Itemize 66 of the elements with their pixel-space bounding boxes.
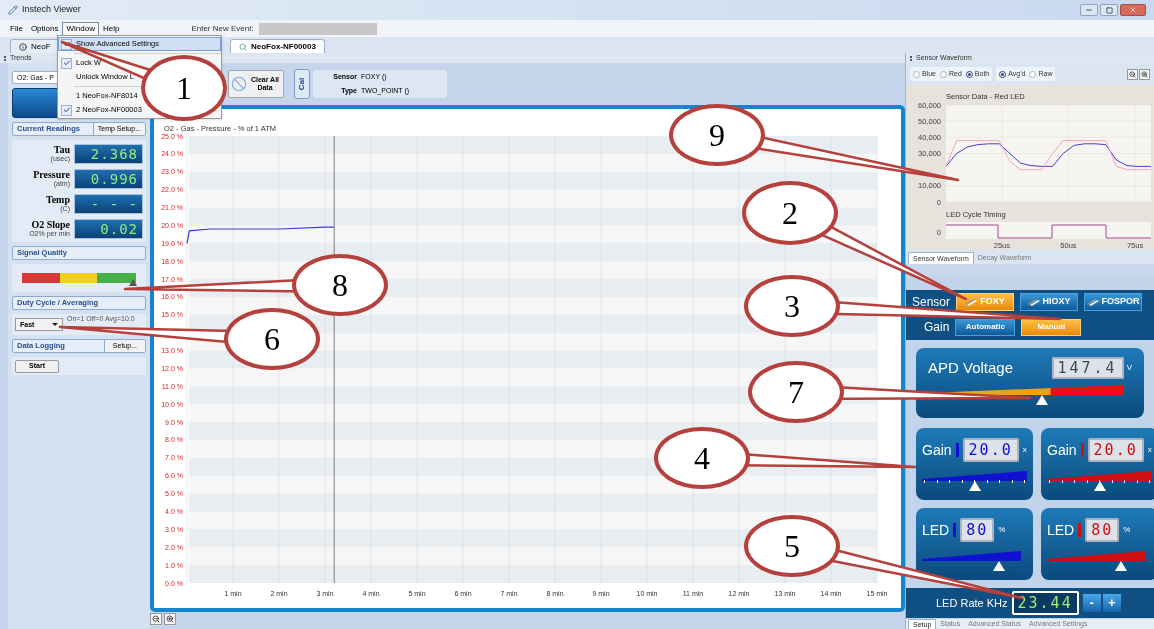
card-title: LED xyxy=(1047,520,1075,540)
sensor-label: Sensor xyxy=(912,294,951,311)
reading-display: 2.368 xyxy=(74,143,143,164)
zoom-in-button[interactable] xyxy=(164,613,176,625)
menu-item[interactable]: File xyxy=(6,21,27,36)
close-button[interactable] xyxy=(1120,4,1146,16)
gain-slider[interactable] xyxy=(922,470,1027,492)
menu-item[interactable]: Help xyxy=(98,21,124,36)
pen-icon xyxy=(8,5,18,15)
unit-label: x xyxy=(1147,444,1152,456)
event-label: Enter New Event: xyxy=(191,22,254,35)
card-title: Gain xyxy=(922,440,952,460)
sensor-button[interactable]: HIOXY xyxy=(1020,293,1079,311)
check-icon xyxy=(62,106,71,114)
slider-thumb[interactable] xyxy=(1115,561,1128,571)
reading-label: Tau xyxy=(53,144,70,155)
reading-label: Temp xyxy=(45,194,70,205)
slider-thumb[interactable] xyxy=(1093,481,1106,491)
check-icon xyxy=(62,59,71,67)
gain-label: Gain xyxy=(924,319,950,336)
value-display: 80 xyxy=(960,518,995,542)
step-button[interactable]: - xyxy=(1082,594,1101,612)
zoom-out-button[interactable] xyxy=(150,613,162,625)
menu-item[interactable]: Window xyxy=(62,21,99,36)
slider-thumb[interactable] xyxy=(968,481,981,491)
led-rate-label: LED Rate KHz xyxy=(936,595,1008,611)
event-field[interactable] xyxy=(258,22,377,35)
step-button[interactable]: + xyxy=(1102,594,1121,612)
zoom-out-button[interactable] xyxy=(1127,68,1138,80)
zoom-in-button[interactable] xyxy=(1139,68,1150,80)
value-display: 80 xyxy=(1085,518,1120,542)
probe-icon xyxy=(1086,298,1099,306)
card-title: Gain xyxy=(1047,440,1077,460)
voltage-display: 147.4 xyxy=(1051,357,1124,379)
gain-slider[interactable] xyxy=(1047,470,1152,492)
menu-item[interactable]: Options xyxy=(26,21,63,36)
window-title: Instech Viewer xyxy=(22,3,81,17)
reading-label: O2 Slope xyxy=(31,219,70,230)
maximize-icon xyxy=(1105,6,1113,14)
reading-display: - - - xyxy=(74,193,143,214)
card-title: APD Voltage xyxy=(928,357,1014,378)
value-display: 20.0 xyxy=(1087,438,1144,462)
probe-icon xyxy=(965,298,978,306)
close-icon xyxy=(1129,6,1137,14)
unit-label: % xyxy=(998,524,1006,536)
probe-icon xyxy=(1027,298,1040,306)
value-display: 20.0 xyxy=(962,438,1019,462)
document-tab[interactable]: NeoFox-NF00003 xyxy=(230,39,325,53)
unit-label: % xyxy=(1123,524,1131,536)
clear-icon xyxy=(231,76,247,92)
unit-label: V xyxy=(1126,362,1132,374)
gain-mode-button[interactable]: Automatic xyxy=(955,318,1016,336)
reading-display: 0.02 xyxy=(74,218,143,239)
cal-button[interactable]: Cal xyxy=(294,69,310,99)
card-title: LED xyxy=(922,520,950,540)
reading-display: 0.996 xyxy=(74,168,143,189)
info-icon xyxy=(19,42,27,51)
unit-label: x xyxy=(1022,444,1027,456)
sensor-button[interactable]: FOSPOR xyxy=(1084,293,1143,311)
led-slider[interactable] xyxy=(1047,550,1146,572)
search-icon xyxy=(239,42,247,51)
check-icon xyxy=(62,40,71,48)
slider-thumb[interactable] xyxy=(993,561,1006,571)
minimize-icon xyxy=(1085,6,1093,14)
rate-display: 23.44 xyxy=(1011,591,1079,615)
reading-label: Pressure xyxy=(33,169,70,180)
